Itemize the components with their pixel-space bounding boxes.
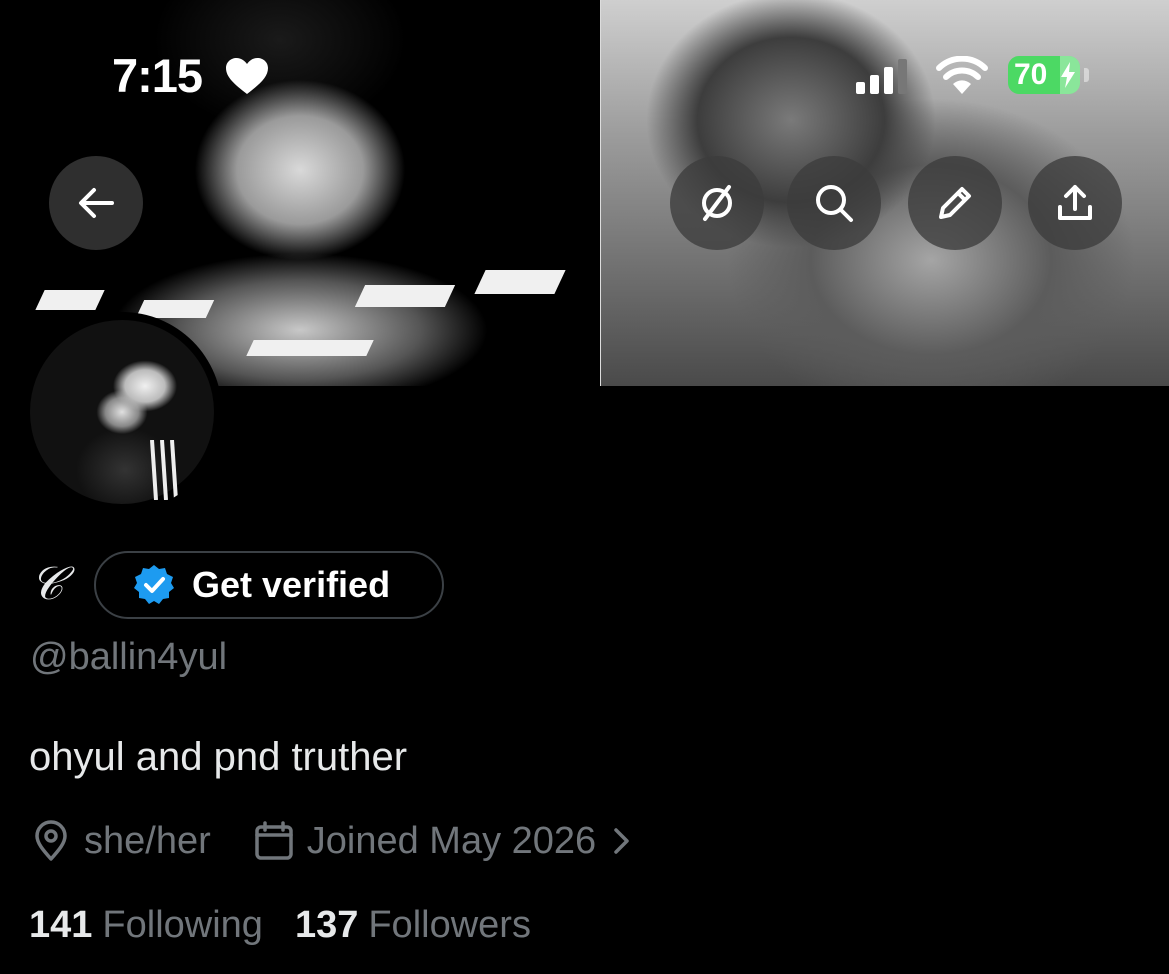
- charging-bolt-icon: [1061, 62, 1075, 88]
- profile-meta: she/her Joined May 2026: [30, 816, 636, 866]
- edit-button[interactable]: [908, 156, 1002, 250]
- battery-percent: 70: [1014, 58, 1048, 91]
- pencil-icon: [939, 187, 971, 219]
- joined-date[interactable]: Joined May 2026: [307, 820, 596, 863]
- following-link[interactable]: 141 Following: [29, 904, 263, 947]
- profile-bio: ohyul and pnd truther: [29, 735, 408, 779]
- get-verified-button[interactable]: Get verified: [94, 551, 444, 619]
- wifi-icon: [936, 56, 988, 94]
- get-verified-label: Get verified: [192, 564, 391, 605]
- following-label: Following: [102, 904, 263, 946]
- avatar[interactable]: [22, 312, 222, 512]
- share-icon: [1058, 185, 1092, 220]
- location-text: she/her: [84, 819, 211, 862]
- signal-icon: [856, 59, 907, 94]
- battery-icon: 70: [1008, 56, 1080, 94]
- followers-count: 137: [294, 904, 359, 946]
- verified-badge-icon: [134, 565, 174, 604]
- calendar-icon: [255, 821, 293, 860]
- search-icon: [816, 185, 853, 222]
- display-name: 𝒞: [30, 556, 64, 610]
- chevron-right-icon[interactable]: [606, 826, 636, 856]
- profile-handle: @ballin4yul: [30, 636, 228, 678]
- heart-icon: [226, 58, 268, 94]
- search-button[interactable]: [787, 156, 881, 250]
- jacket-stripes: [150, 440, 178, 500]
- avatar-photo: [30, 320, 214, 504]
- following-count: 141: [29, 904, 93, 946]
- share-button[interactable]: [1028, 156, 1122, 250]
- back-button[interactable]: [49, 156, 143, 250]
- follow-stats: 141 Following 137 Followers: [29, 904, 531, 947]
- followers-label: Followers: [368, 904, 531, 946]
- location-pin-icon: [35, 820, 67, 861]
- battery-cap: [1084, 68, 1089, 82]
- followers-link[interactable]: 137 Followers: [295, 904, 531, 947]
- grok-button[interactable]: [670, 156, 764, 250]
- grok-icon: [702, 185, 732, 221]
- status-time: 7:15: [112, 49, 203, 102]
- arrow-left-icon: [79, 188, 114, 218]
